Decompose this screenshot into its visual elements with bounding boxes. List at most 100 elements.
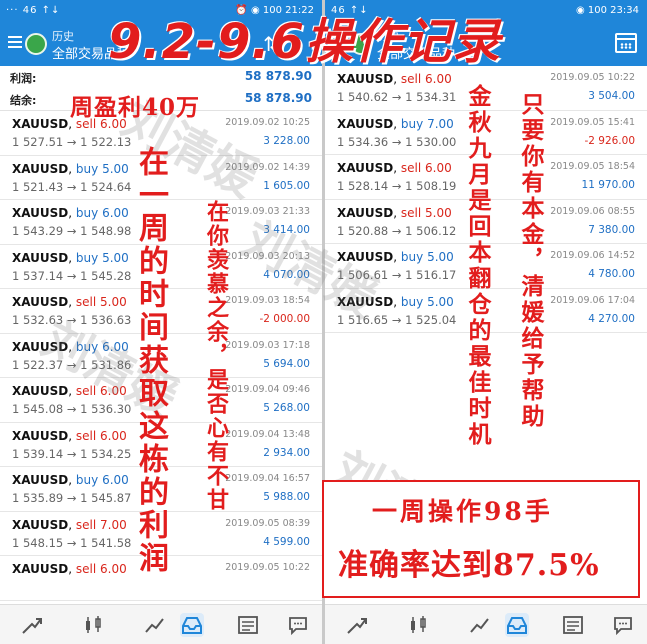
instrument-filter[interactable]: 全部交易品种	[52, 43, 130, 62]
trade-side-label: buy	[400, 294, 424, 309]
trade-side-label: sell	[75, 517, 97, 532]
trade-row[interactable]: XAUUSD, sell 5.00 1 532.63 → 1 536.63 2019…	[0, 289, 322, 334]
trade-lots: 7.00	[427, 116, 454, 131]
trade-date: 2019.09.04 13:48	[225, 428, 310, 440]
trade-row[interactable]: XAUUSD, sell 7.00 1 548.15 → 1 541.58 2019…	[0, 512, 322, 556]
trade-row[interactable]: XAUUSD, sell 6.00 1 545.08 → 1 536.30 2019…	[0, 378, 322, 423]
trade-symbol: XAUUSD	[12, 384, 69, 398]
trade-date: 2019.09.04 16:57	[225, 473, 310, 484]
menu-icon[interactable]	[333, 36, 347, 48]
trade-lots: 5.00	[427, 250, 454, 264]
trade-row[interactable]: XAUUSD, sell 6.00 1 527.51 → 1 522.13 2019…	[0, 111, 322, 156]
trade-symbol: XAUUSD	[12, 295, 69, 309]
trade-profit: -2 000.00	[259, 313, 310, 325]
trade-row[interactable]: XAUUSD, sell 6.00 1 539.14 → 1 534.25 2019…	[0, 423, 322, 467]
trade-prices: 1 548.15 → 1 541.58	[12, 535, 132, 550]
trade-symbol-line: XAUUSD, buy 7.00	[337, 116, 454, 131]
trade-row[interactable]: XAUUSD, sell 6.00 2019.09.05 10:22	[0, 556, 322, 601]
trade-prices: 1 516.65 → 1 525.04	[337, 312, 457, 327]
summary-value: 58 878.90	[244, 91, 312, 105]
trade-symbol-line: XAUUSD, buy 6.00	[12, 206, 129, 220]
trade-date: 2019.09.04 09:46	[225, 384, 310, 395]
summary-value: 58 878.90	[244, 69, 312, 83]
trade-prices: 1 534.36 → 1 530.00	[337, 134, 457, 149]
trade-side-label: buy	[75, 161, 99, 176]
trade-symbol: XAUUSD	[12, 250, 69, 265]
trade-symbol: XAUUSD	[12, 117, 69, 131]
trade-side: buy 5.00	[76, 162, 129, 176]
trade-side: sell 5.00	[76, 295, 127, 309]
trade-side-label: buy	[400, 116, 424, 131]
news-icon[interactable]	[236, 613, 260, 637]
trade-row[interactable]: XAUUSD, buy 5.00 1 506.61 → 1 516.17 2019.…	[325, 244, 647, 289]
trade-profit: 4 599.00	[263, 535, 310, 548]
status-bar: 46 ↑↓ ◉ 100 23:34	[325, 0, 647, 22]
trade-profit: 5 988.00	[263, 491, 310, 503]
status-left: 46 ↑↓	[331, 5, 369, 16]
trade-date: 2019.09.05 18:54	[550, 161, 635, 172]
chat-icon[interactable]	[611, 613, 635, 637]
app-bar: 历史 全部交易品种	[325, 22, 647, 66]
chart-line-icon[interactable]	[143, 613, 167, 637]
trend-icon[interactable]	[345, 613, 369, 637]
menu-icon[interactable]	[8, 36, 22, 48]
trade-symbol: XAUUSD	[337, 294, 394, 309]
trade-lots: 5.00	[425, 205, 452, 220]
trade-symbol: XAUUSD	[12, 339, 69, 354]
screenshot-collage: ··· 46 ↑↓ ⏰ ◉ 100 21:22 历史 全部交易品种 ⇅ 利润: …	[0, 0, 647, 644]
trade-prices: 1 545.08 → 1 536.30	[12, 402, 132, 416]
trade-symbol-line: XAUUSD, sell 6.00	[12, 562, 127, 576]
trade-symbol: XAUUSD	[337, 250, 394, 264]
candlestick-icon[interactable]	[407, 613, 431, 637]
trade-date: 2019.09.03 21:33	[225, 206, 310, 217]
chart-line-icon[interactable]	[468, 613, 492, 637]
trade-row[interactable]: XAUUSD, buy 5.00 1 537.14 → 1 545.28 2019.…	[0, 245, 322, 289]
trade-row[interactable]: XAUUSD, sell 6.00 1 540.62 → 1 534.31 2019…	[325, 66, 647, 111]
trade-side-label: sell	[75, 295, 97, 309]
trade-symbol-line: XAUUSD, sell 6.00	[337, 161, 452, 175]
trade-lots: 6.00	[425, 161, 452, 175]
trade-date: 2019.09.05 08:39	[225, 517, 310, 529]
status-bar: ··· 46 ↑↓ ⏰ ◉ 100 21:22	[0, 0, 322, 22]
trade-profit: 2 934.00	[263, 446, 310, 459]
status-right: ⏰ ◉ 100 21:22	[235, 5, 314, 16]
news-icon[interactable]	[561, 613, 585, 637]
trade-row[interactable]: XAUUSD, buy 6.00 1 535.89 → 1 545.87 2019.…	[0, 467, 322, 512]
calendar-icon[interactable]	[615, 33, 637, 53]
trade-symbol: XAUUSD	[337, 205, 394, 220]
chat-icon[interactable]	[286, 613, 310, 637]
history-tray-icon[interactable]	[180, 613, 204, 637]
trade-side-label: buy	[400, 250, 424, 264]
overlay-box-line-2: 准确率达到87.5%	[338, 548, 600, 583]
trade-row[interactable]: XAUUSD, sell 5.00 1 520.88 → 1 506.12 2019…	[325, 200, 647, 244]
trade-row[interactable]: XAUUSD, buy 6.00 1 543.29 → 1 548.98 2019.…	[0, 200, 322, 245]
trade-lots: 5.00	[102, 161, 129, 176]
trade-symbol-line: XAUUSD, sell 6.00	[12, 117, 127, 131]
trade-date: 2019.09.05 10:22	[225, 562, 310, 573]
trade-side: buy 6.00	[76, 340, 129, 354]
trade-row[interactable]: XAUUSD, sell 6.00 1 528.14 → 1 508.19 2019…	[325, 155, 647, 200]
trade-prices: 1 528.14 → 1 508.19	[337, 179, 457, 193]
trade-row[interactable]: XAUUSD, buy 7.00 1 534.36 → 1 530.00 2019.…	[325, 111, 647, 155]
trade-row[interactable]: XAUUSD, buy 5.00 1 516.65 → 1 525.04 2019.…	[325, 289, 647, 333]
trade-symbol-line: XAUUSD, sell 6.00	[12, 428, 127, 443]
trade-row[interactable]: XAUUSD, buy 6.00 1 522.37 → 1 531.86 2019.…	[0, 334, 322, 378]
trade-lots: 6.00	[100, 117, 127, 131]
trade-side-label: sell	[400, 72, 422, 86]
history-tray-icon[interactable]	[505, 613, 529, 637]
trade-side: buy 5.00	[401, 250, 454, 264]
candlestick-icon[interactable]	[82, 613, 106, 637]
trade-date: 2019.09.03 18:54	[225, 295, 310, 306]
trade-side-label: buy	[75, 250, 99, 265]
trade-prices: 1 532.63 → 1 536.63	[12, 313, 132, 327]
trade-date: 2019.09.06 08:55	[550, 205, 635, 217]
trade-history-list: XAUUSD, sell 6.00 1 540.62 → 1 534.31 2019…	[325, 66, 647, 333]
trade-symbol: XAUUSD	[12, 562, 69, 576]
overlay-stats-box: 一周操作98手 准确率达到87.5%	[322, 480, 640, 598]
trend-icon[interactable]	[20, 613, 44, 637]
trade-profit: 3 414.00	[263, 224, 310, 236]
sort-icon[interactable]: ⇅	[263, 32, 280, 56]
trade-row[interactable]: XAUUSD, buy 5.00 1 521.43 → 1 524.64 2019.…	[0, 156, 322, 200]
trade-symbol: XAUUSD	[337, 72, 394, 86]
instrument-filter[interactable]: 全部交易品种	[377, 43, 455, 62]
